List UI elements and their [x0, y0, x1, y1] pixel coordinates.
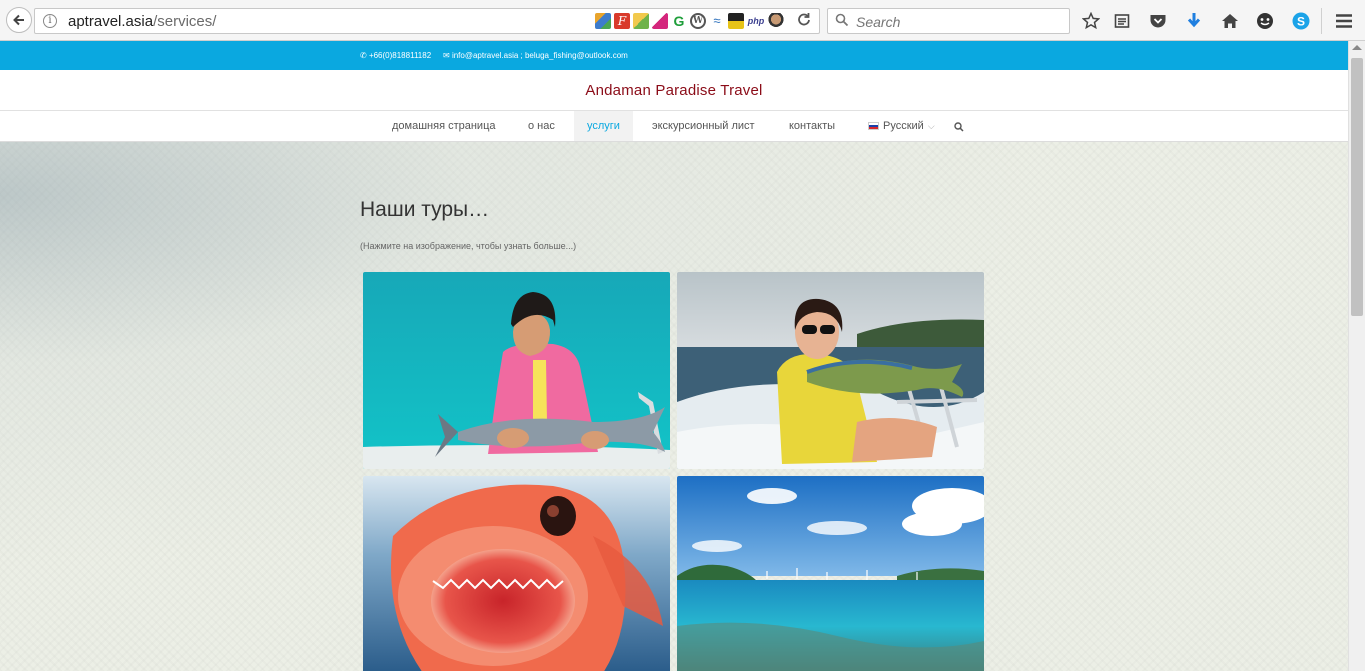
- reader-view-icon[interactable]: [1112, 11, 1132, 31]
- wave-logo-icon[interactable]: ≈: [709, 13, 725, 29]
- reload-icon[interactable]: [797, 12, 811, 30]
- grid-logo-icon[interactable]: [633, 13, 649, 29]
- toolbar-divider: [1321, 8, 1322, 34]
- address-bar[interactable]: i aptravel.asia/services/ F G W ≈ php: [34, 8, 820, 34]
- home-icon[interactable]: [1220, 11, 1240, 31]
- email-contact[interactable]: ✉ info@aptravel.asia ; beluga_fishing@ou…: [443, 51, 628, 60]
- back-button[interactable]: [6, 7, 32, 33]
- site-info-icon[interactable]: i: [43, 14, 57, 28]
- f-logo-icon[interactable]: F: [614, 13, 630, 29]
- bookmark-icon[interactable]: [595, 13, 611, 29]
- search-icon: [835, 13, 849, 27]
- page-heading: Наши туры…: [360, 198, 490, 221]
- search-bar[interactable]: [827, 8, 1070, 34]
- language-selector[interactable]: Русский ⌵: [868, 111, 935, 141]
- addon-icons: F G W ≈ php: [595, 13, 784, 29]
- url-host: aptravel.asia: [68, 13, 154, 30]
- download-icon[interactable]: [1184, 11, 1204, 31]
- main-nav: домашняя страница о нас услуги экскурсио…: [0, 111, 1348, 142]
- site-header: Andaman Paradise Travel: [0, 70, 1348, 111]
- phone-text: +66(0)818811182: [368, 51, 432, 60]
- island-bay-photo: [677, 476, 984, 671]
- tour-tile-island-bay[interactable]: [677, 476, 984, 671]
- wordpress-icon[interactable]: W: [690, 13, 706, 29]
- language-label: Русский: [883, 120, 924, 132]
- svg-text:S: S: [1297, 15, 1305, 29]
- red-grouper-closeup-photo: [363, 476, 670, 671]
- site-title[interactable]: Andaman Paradise Travel: [0, 82, 1348, 99]
- yellow-black-icon[interactable]: [728, 13, 744, 29]
- nav-item-services[interactable]: услуги: [574, 111, 633, 141]
- menu-icon[interactable]: [1334, 11, 1354, 31]
- bookmark-star-icon[interactable]: [1081, 11, 1101, 31]
- email-text: info@aptravel.asia ; beluga_fishing@outl…: [451, 51, 628, 60]
- tour-tile-red-grouper[interactable]: [363, 476, 670, 671]
- web-page: ✆ +66(0)818811182 ✉ info@aptravel.asia ;…: [0, 41, 1348, 671]
- page-scrollbar[interactable]: [1348, 41, 1365, 671]
- browser-toolbar: i aptravel.asia/services/ F G W ≈ php Se…: [0, 0, 1365, 41]
- page-subtext: (Нажмите на изображение, чтобы узнать бо…: [360, 241, 577, 251]
- scroll-up-arrow-icon[interactable]: [1352, 45, 1362, 50]
- url-text[interactable]: aptravel.asia/services/: [68, 13, 216, 30]
- pocket-icon[interactable]: [1148, 11, 1168, 31]
- skype-icon[interactable]: S: [1291, 11, 1311, 31]
- profile-addon-icon[interactable]: [768, 13, 784, 29]
- pink-logo-icon[interactable]: [652, 13, 668, 29]
- tour-tile-woman-with-mahi-mahi[interactable]: [677, 272, 984, 469]
- envelope-icon: ✉: [443, 51, 450, 60]
- nav-item-excursions[interactable]: экскурсионный лист: [652, 111, 755, 141]
- chevron-down-icon: ⌵: [927, 121, 935, 131]
- url-path: /services/: [153, 13, 217, 30]
- russian-flag-icon: [868, 122, 879, 130]
- contact-bar: ✆ +66(0)818811182 ✉ info@aptravel.asia ;…: [0, 41, 1348, 70]
- search-input[interactable]: [854, 12, 1058, 32]
- nav-item-home[interactable]: домашняя страница: [392, 111, 496, 141]
- nav-item-about[interactable]: о нас: [528, 111, 555, 141]
- smiley-addon-icon[interactable]: [1255, 11, 1275, 31]
- g-logo-icon[interactable]: G: [671, 13, 687, 29]
- phone-contact[interactable]: ✆ +66(0)818811182: [360, 51, 431, 60]
- woman-with-mahi-mahi-photo: [677, 272, 984, 469]
- girl-with-tuna-photo: [363, 272, 670, 469]
- phone-icon: ✆: [360, 51, 367, 60]
- back-arrow-icon: [13, 14, 24, 26]
- php-icon[interactable]: php: [747, 13, 765, 29]
- nav-item-contacts[interactable]: контакты: [789, 111, 835, 141]
- content-area: Наши туры… (Нажмите на изображение, чтоб…: [0, 142, 1348, 671]
- scroll-thumb[interactable]: [1351, 58, 1363, 316]
- tour-tile-girl-with-tuna[interactable]: [363, 272, 670, 469]
- nav-search-icon[interactable]: [954, 112, 964, 142]
